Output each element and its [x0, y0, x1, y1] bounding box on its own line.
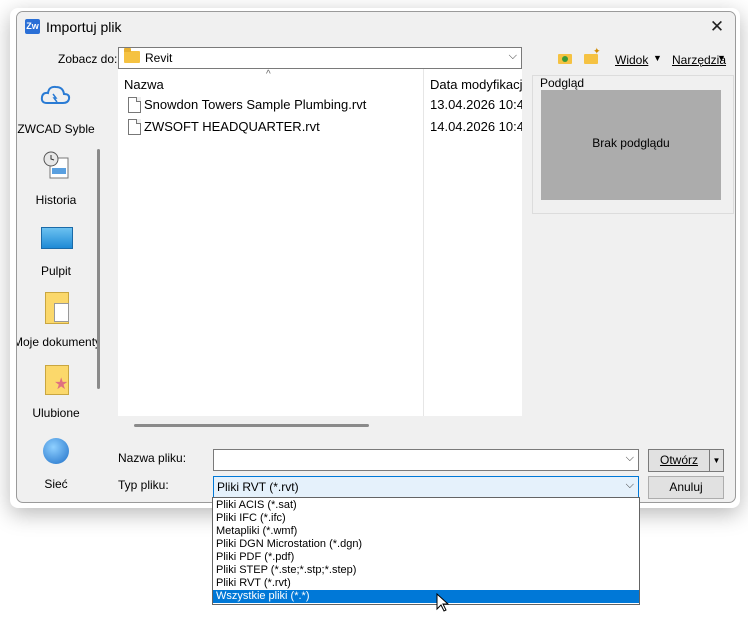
horizontal-scrollbar[interactable]	[134, 424, 369, 427]
filename-input[interactable]: ⌵	[213, 449, 639, 471]
up-folder-icon[interactable]	[558, 54, 572, 64]
place-label: Historia	[35, 193, 77, 207]
filetype-option[interactable]: Metapliki (*.wmf)	[213, 525, 639, 538]
file-date: 14.04.2026 10:49	[430, 119, 522, 134]
file-row[interactable]: ZWSOFT HEADQUARTER.rvt 14.04.2026 10:49	[118, 116, 522, 138]
network-icon	[43, 438, 69, 464]
filetype-value: Pliki RVT (*.rvt)	[217, 480, 299, 494]
place-label: Sieć	[44, 477, 68, 491]
file-date: 13.04.2026 10:43	[430, 97, 522, 112]
place-favorites[interactable]: Ulubione	[17, 355, 97, 426]
filetype-option[interactable]: Pliki ACIS (*.sat)	[213, 499, 639, 512]
filetype-dropdown-list[interactable]: Pliki ACIS (*.sat) Pliki IFC (*.ifc) Met…	[212, 497, 640, 605]
view-dropdown-icon[interactable]: ▼	[653, 53, 662, 63]
new-folder-icon[interactable]	[584, 46, 601, 64]
mouse-cursor-icon	[436, 593, 450, 612]
app-icon: Zw	[25, 19, 40, 34]
place-network[interactable]: Sieć	[17, 426, 97, 491]
documents-icon	[45, 292, 69, 324]
filetype-option[interactable]: Pliki PDF (*.pdf)	[213, 551, 639, 564]
cancel-button[interactable]: Anuluj	[648, 476, 724, 499]
title-bar[interactable]: Zw Importuj plik ✕	[17, 12, 735, 42]
filetype-option[interactable]: Pliki DGN Microstation (*.dgn)	[213, 538, 639, 551]
column-header-name[interactable]: Nazwa	[124, 77, 164, 92]
look-in-combobox[interactable]: Revit ⌵	[118, 47, 522, 69]
filetype-label: Typ pliku:	[118, 478, 169, 492]
place-history[interactable]: Historia	[17, 142, 97, 213]
filetype-option-selected[interactable]: Wszystkie pliki (*.*)	[213, 590, 639, 603]
place-label: Pulpit	[40, 264, 72, 278]
open-button-label: Otwórz	[659, 453, 698, 467]
cloud-icon	[40, 85, 71, 104]
place-zwcad-cloud[interactable]: ZWCAD Syble	[17, 71, 97, 142]
look-in-value: Revit	[145, 51, 173, 65]
file-name: Snowdon Towers Sample Plumbing.rvt	[144, 97, 367, 112]
place-my-documents[interactable]: Moje dokumenty	[17, 284, 99, 355]
file-list[interactable]: ^ Nazwa Data modyfikacji Snowdon Towers …	[118, 69, 522, 416]
import-file-dialog: Zw Importuj plik ✕ Zobacz do: Revit ⌵ Wi…	[16, 11, 736, 503]
preview-area: Brak podglądu	[541, 90, 721, 200]
filetype-option[interactable]: Pliki STEP (*.ste;*.stp;*.step)	[213, 564, 639, 577]
favorites-icon	[45, 365, 69, 395]
tools-dropdown-icon[interactable]: ▼	[717, 53, 726, 63]
history-icon	[43, 151, 69, 179]
column-header-date[interactable]: Data modyfikacji	[430, 77, 522, 92]
file-row[interactable]: Snowdon Towers Sample Plumbing.rvt 13.04…	[118, 94, 522, 116]
filename-label: Nazwa pliku:	[118, 451, 187, 465]
place-label: Moje dokumenty	[17, 335, 99, 349]
file-icon	[128, 119, 141, 135]
window-title: Importuj plik	[46, 19, 122, 35]
places-scrollbar[interactable]	[97, 149, 100, 389]
open-button[interactable]: Otwórz	[648, 449, 710, 472]
file-icon	[128, 97, 141, 113]
place-label: ZWCAD Syble	[17, 122, 95, 136]
places-bar: ZWCAD Syble Historia Pulpit Moje dokumen…	[17, 71, 103, 491]
view-menu-button[interactable]: Widok	[615, 53, 648, 67]
look-in-label: Zobacz do:	[58, 52, 118, 66]
sort-ascending-icon: ^	[266, 69, 271, 80]
no-preview-text: Brak podglądu	[592, 136, 670, 150]
preview-label: Podgląd	[539, 76, 586, 90]
place-label: Ulubione	[32, 406, 80, 420]
folder-icon	[124, 48, 140, 63]
filetype-option[interactable]: Pliki RVT (*.rvt)	[213, 577, 639, 590]
close-button[interactable]: ✕	[705, 16, 729, 38]
chevron-down-icon[interactable]: ⌵	[626, 452, 634, 465]
desktop-icon	[41, 227, 73, 249]
chevron-down-icon[interactable]: ⌵	[509, 50, 517, 63]
place-desktop[interactable]: Pulpit	[17, 213, 97, 284]
filetype-select[interactable]: Pliki RVT (*.rvt) ⌵	[213, 476, 639, 498]
chevron-down-icon[interactable]: ⌵	[626, 479, 634, 492]
filetype-option[interactable]: Pliki IFC (*.ifc)	[213, 512, 639, 525]
open-dropdown-button[interactable]: ▼	[709, 449, 724, 472]
file-name: ZWSOFT HEADQUARTER.rvt	[144, 119, 320, 134]
